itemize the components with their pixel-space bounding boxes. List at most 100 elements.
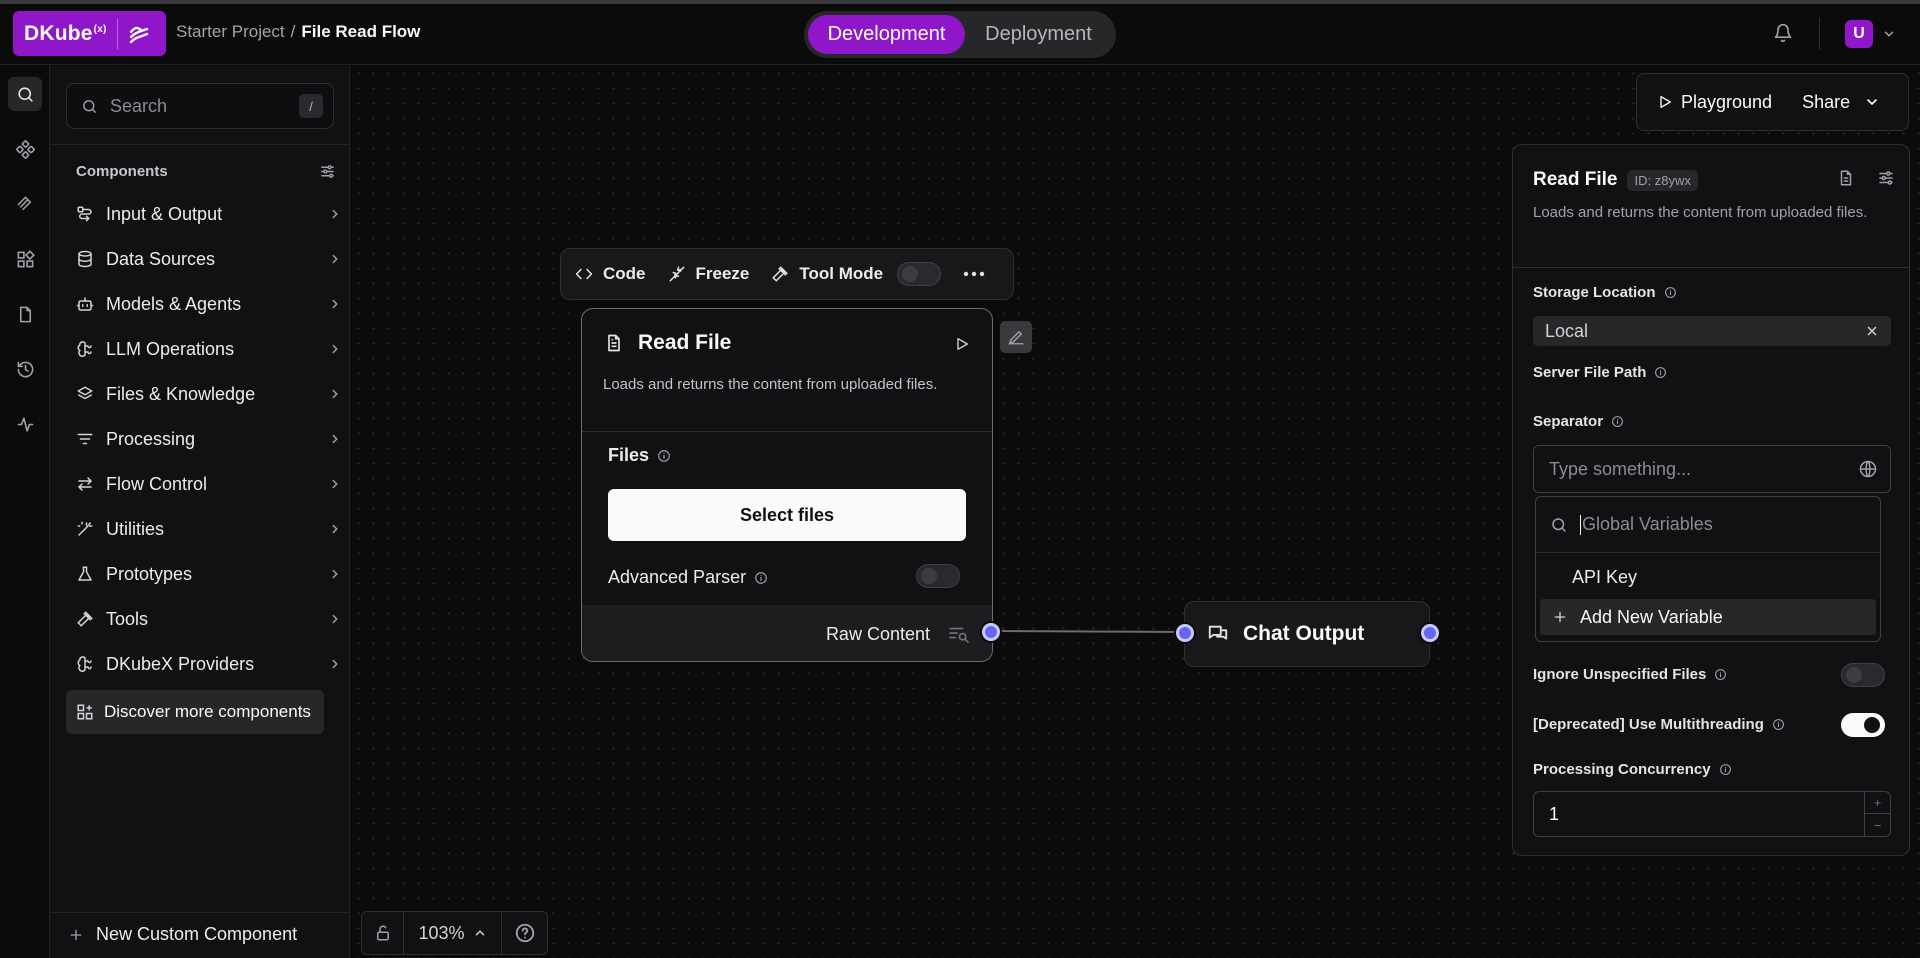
category-processing[interactable]: Processing [76,421,342,457]
files-field-label: Files [608,445,671,466]
file-icon[interactable] [8,297,42,331]
text-caret [1580,514,1581,535]
storage-location-label: Storage Location [1533,284,1656,301]
info-icon[interactable] [1654,366,1667,379]
storage-location-field: Storage Location [1533,284,1677,301]
chevron-right-icon [328,252,342,266]
concurrency-label: Processing Concurrency [1533,761,1711,778]
bundles-icon[interactable] [8,242,42,276]
search-icon[interactable] [8,77,42,111]
variable-option[interactable]: API Key [1572,567,1637,588]
database-icon [76,250,94,268]
chat-output-node[interactable]: Chat Output [1184,601,1430,667]
bell-icon[interactable] [1773,23,1793,43]
chat-icon [1207,623,1229,645]
deployment-tab[interactable]: Deployment [965,15,1112,54]
tool-mode-toggle[interactable] [897,262,942,286]
ignore-unspecified-field: Ignore Unspecified Files [1533,666,1727,683]
development-tab[interactable]: Development [808,15,965,54]
close-icon[interactable] [1865,324,1879,338]
category-files-knowledge[interactable]: Files & Knowledge [76,376,342,412]
info-icon[interactable] [657,449,671,463]
sliders-icon[interactable] [1877,169,1895,187]
edit-node-button[interactable] [1000,321,1032,353]
info-icon[interactable] [1719,763,1732,776]
storage-location-select[interactable]: Local [1533,316,1891,346]
info-icon[interactable] [754,571,768,585]
globe-icon[interactable] [1858,459,1878,479]
node-id-badge: ID: z8ywx [1627,169,1698,191]
category-label: Tools [106,608,149,629]
discover-components-button[interactable]: Discover more components [66,690,324,734]
category-tools[interactable]: Tools [76,601,342,637]
separator-field: Separator [1533,413,1624,430]
concurrency-input[interactable]: 1 + − [1533,791,1891,837]
ignore-unspecified-toggle[interactable] [1841,663,1885,687]
increment-button[interactable]: + [1865,792,1890,814]
new-component-label: New Custom Component [96,924,298,944]
tool-mode-button[interactable]: Tool Mode [771,264,883,284]
zoom-control[interactable]: 103% [404,911,502,955]
raw-content-output-handle[interactable] [982,623,1000,641]
category-models-agents[interactable]: Models & Agents [76,286,342,322]
category-utilities[interactable]: Utilities [76,511,342,547]
advanced-parser-toggle[interactable] [916,564,960,588]
search-input[interactable]: Search / [66,83,334,129]
code-icon [575,268,593,280]
playground-button[interactable]: Playground [1657,92,1772,113]
breadcrumb-flow[interactable]: File Read Flow [301,22,420,42]
help-button[interactable] [502,911,547,955]
more-options-icon[interactable] [963,271,985,277]
flow-edge[interactable] [992,625,1188,637]
category-label: Prototypes [106,563,193,584]
hammer-icon [772,266,789,282]
concurrency-value: 1 [1549,803,1560,824]
chevron-right-icon [328,567,342,581]
multithreading-toggle[interactable] [1841,713,1885,737]
concurrency-field: Processing Concurrency [1533,761,1732,778]
add-new-variable-button[interactable]: Add New Variable [1540,599,1876,635]
user-avatar[interactable]: U [1845,20,1873,48]
chevron-down-icon[interactable] [1882,27,1896,41]
category-llm-operations[interactable]: LLM Operations [76,331,342,367]
select-files-button[interactable]: Select files [608,489,966,541]
category-data-sources[interactable]: Data Sources [76,241,342,277]
global-variables-search[interactable]: Global Variables [1536,497,1880,553]
play-icon[interactable] [954,336,970,352]
info-icon[interactable] [1714,668,1727,681]
sliders-icon[interactable] [319,163,336,180]
inspect-output-icon[interactable] [948,625,970,643]
chat-output-input-handle[interactable] [1176,624,1194,642]
mcp-icon[interactable] [8,187,42,221]
inspector-description: Loads and returns the content from uploa… [1533,204,1868,221]
info-icon[interactable] [1611,415,1624,428]
chevron-right-icon [328,477,342,491]
freeze-button[interactable]: Freeze [668,264,749,284]
category-label: Data Sources [106,248,216,269]
code-button[interactable]: Code [575,264,646,284]
decrement-button[interactable]: − [1865,814,1890,836]
info-icon[interactable] [1772,718,1785,731]
category-dkubex-providers[interactable]: DKubeX Providers [76,646,342,682]
breadcrumb-project[interactable]: Starter Project [176,22,285,42]
separator-input[interactable]: Type something... [1533,445,1891,493]
category-flow-control[interactable]: Flow Control [76,466,342,502]
category-input-output[interactable]: Input & Output [76,196,342,232]
new-custom-component-button[interactable]: New Custom Component [68,924,297,945]
components-icon[interactable] [8,132,42,166]
breadcrumb-separator: / [290,22,296,41]
layers-icon [76,385,94,403]
info-icon[interactable] [1664,286,1677,299]
advanced-parser-label: Advanced Parser [608,567,747,587]
chevron-right-icon [328,387,342,401]
category-label: LLM Operations [106,338,235,359]
file-text-icon[interactable] [1837,169,1855,187]
share-button[interactable]: Share [1802,92,1880,113]
category-prototypes[interactable]: Prototypes [76,556,342,592]
history-icon[interactable] [8,352,42,386]
chat-output-output-handle[interactable] [1421,624,1439,642]
app-logo[interactable]: DKube(x) [13,11,166,56]
read-file-node[interactable]: Read File Loads and returns the content … [581,308,993,662]
activity-icon[interactable] [8,407,42,441]
lock-button[interactable] [362,911,404,955]
